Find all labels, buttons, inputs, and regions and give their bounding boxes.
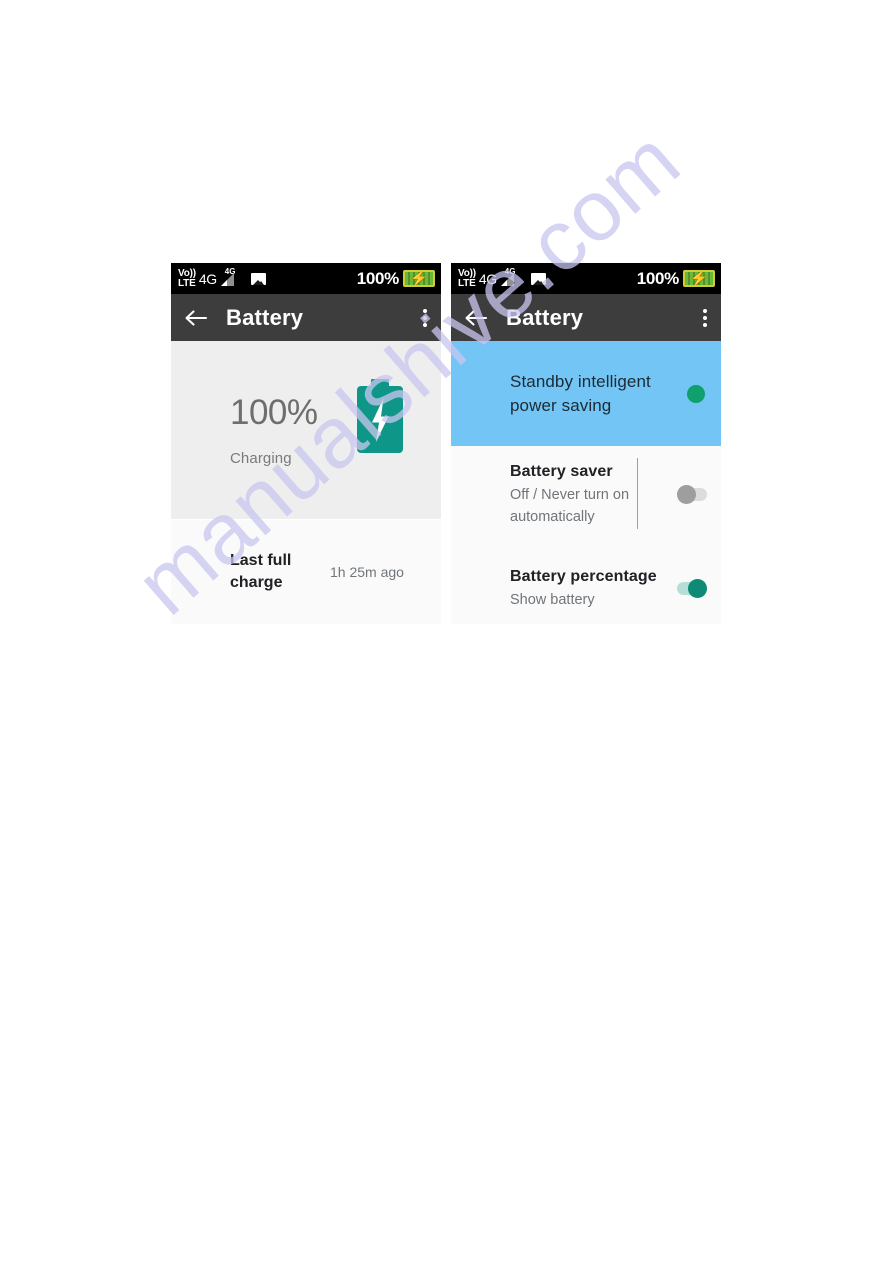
signal-bars-icon: 4G bbox=[500, 267, 520, 289]
page-title: Battery bbox=[506, 304, 584, 330]
status-bar-right-group: 100% ⚡ bbox=[637, 269, 715, 289]
volte-line2: LTE bbox=[178, 277, 196, 289]
overflow-dot-2 bbox=[703, 315, 707, 320]
toggle-knob bbox=[677, 484, 696, 504]
battery-icon-body bbox=[357, 386, 403, 453]
volte-indicator: Vo)) LTE bbox=[178, 269, 196, 288]
battery-settings-list: Standby intelligent power saving Battery… bbox=[451, 341, 721, 624]
app-bar: Battery bbox=[171, 294, 441, 341]
app-bar: Battery bbox=[451, 294, 721, 341]
overflow-dot-2 bbox=[423, 315, 427, 320]
status-bar: Vo)) LTE 4G 4G 100% ⚡ bbox=[451, 263, 721, 294]
overflow-dot-3 bbox=[703, 322, 707, 327]
setting-title: Battery percentage bbox=[510, 567, 657, 585]
setting-title: Standby intelligent power saving bbox=[510, 371, 651, 415]
back-arrow-icon[interactable] bbox=[183, 305, 209, 331]
battery-status-texts: 100% Charging bbox=[230, 393, 318, 467]
screenshot-battery-settings: Vo)) LTE 4G 4G 100% ⚡ Battery Standby in… bbox=[451, 263, 721, 624]
last-full-charge-value: 1h 25m ago bbox=[330, 564, 404, 580]
status-battery-percent: 100% bbox=[356, 268, 400, 288]
network-type-label: 4G bbox=[198, 270, 217, 287]
toggle-standby-intelligent-power-saving[interactable] bbox=[673, 384, 707, 403]
overflow-menu-icon[interactable] bbox=[420, 306, 430, 330]
status-battery-charging-icon: ⚡ bbox=[403, 270, 435, 287]
volte-indicator: Vo)) LTE bbox=[458, 269, 476, 288]
screenshot-photo-icon bbox=[250, 272, 266, 285]
overflow-dot-1 bbox=[703, 308, 707, 313]
overflow-dot-1 bbox=[423, 308, 427, 313]
screenshot-battery-overview: Vo)) LTE 4G 4G 100% ⚡ Battery 100% Charg… bbox=[171, 263, 441, 624]
battery-charging-state: Charging bbox=[230, 450, 292, 467]
network-type-label: 4G bbox=[478, 270, 497, 287]
list-item-battery-percentage[interactable]: Battery percentage Show battery bbox=[451, 541, 721, 624]
row-texts: Battery saver Off / Never turn on automa… bbox=[510, 460, 667, 528]
row-texts: Standby intelligent power saving bbox=[510, 370, 667, 418]
last-full-charge-label: Last full charge bbox=[230, 552, 292, 591]
battery-percent-large: 100% bbox=[230, 393, 318, 432]
list-item-battery-saver[interactable]: Battery saver Off / Never turn on automa… bbox=[451, 446, 721, 541]
row-divider-line bbox=[637, 458, 638, 529]
battery-icon-cap bbox=[371, 379, 389, 386]
signal-bars-icon: 4G bbox=[220, 267, 240, 289]
status-battery-charging-icon: ⚡ bbox=[683, 270, 715, 287]
screenshot-photo-icon bbox=[530, 272, 546, 285]
battery-bolt-glyph: ⚡ bbox=[409, 270, 429, 287]
setting-subtitle: Show battery bbox=[510, 591, 595, 608]
battery-status-panel: 100% Charging bbox=[171, 341, 441, 519]
toggle-battery-percentage[interactable] bbox=[673, 578, 707, 598]
last-full-charge-row[interactable]: Last full charge 1h 25m ago bbox=[171, 519, 441, 624]
status-bar: Vo)) LTE 4G 4G 100% ⚡ bbox=[171, 263, 441, 294]
overflow-dot-3 bbox=[423, 322, 427, 327]
setting-subtitle: Off / Never turn on automatically bbox=[510, 486, 630, 525]
page-title: Battery bbox=[226, 304, 304, 330]
toggle-battery-saver[interactable] bbox=[673, 484, 707, 504]
signal-triangle-fill bbox=[500, 279, 507, 286]
toggle-knob bbox=[688, 578, 707, 598]
row-texts: Battery percentage Show battery bbox=[510, 565, 667, 611]
toggle-knob bbox=[687, 384, 705, 403]
overflow-menu-icon[interactable] bbox=[700, 306, 710, 330]
setting-title: Battery saver bbox=[510, 462, 613, 480]
list-item-standby-intelligent-power-saving[interactable]: Standby intelligent power saving bbox=[451, 341, 721, 446]
battery-charging-bolt-icon bbox=[357, 379, 403, 453]
signal-triangle-fill bbox=[220, 279, 227, 286]
battery-bolt-glyph: ⚡ bbox=[689, 270, 709, 287]
volte-line2: LTE bbox=[458, 277, 476, 289]
back-arrow-icon[interactable] bbox=[463, 305, 489, 331]
status-bar-right-group: 100% ⚡ bbox=[357, 269, 435, 289]
status-battery-percent: 100% bbox=[636, 268, 680, 288]
